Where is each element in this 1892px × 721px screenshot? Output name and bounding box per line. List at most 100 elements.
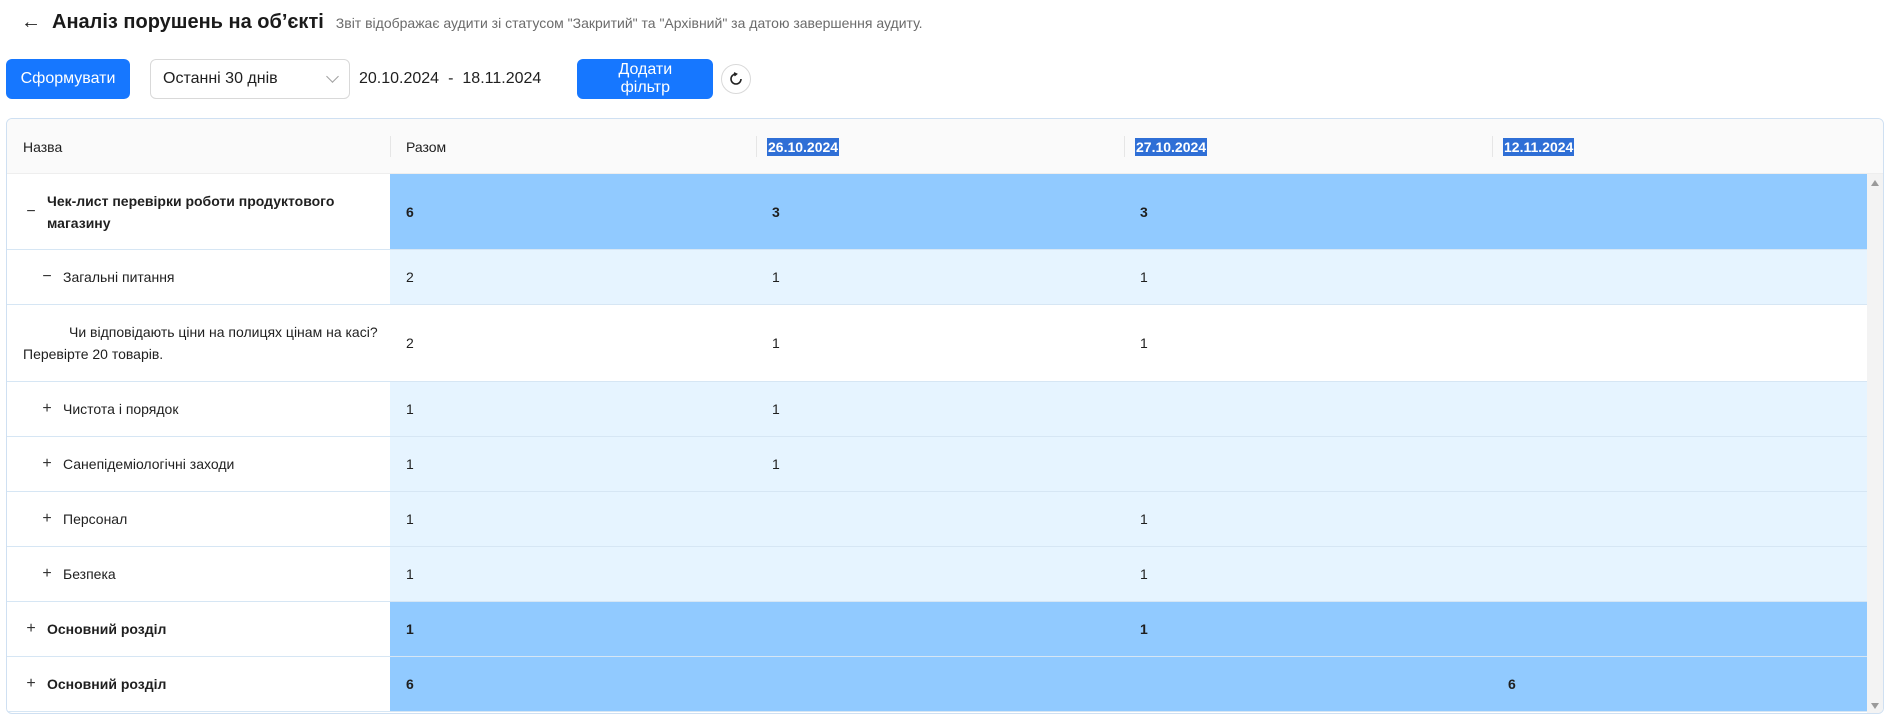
row-date-cell (1492, 250, 1869, 304)
row-date-cell (1492, 602, 1869, 656)
column-header-name-label: Назва (23, 138, 63, 155)
row-date-cell (1492, 492, 1869, 546)
row-name: Чи відповідають ціни на полицях цінам на… (23, 324, 378, 362)
row-total-cell: 2 (390, 250, 756, 304)
table-row[interactable]: − Загальні питання 2 1 1 (7, 250, 1869, 305)
row-date-cell: 1 (1124, 492, 1492, 546)
row-date-cell: 1 (756, 305, 1124, 381)
table-row[interactable]: − Чек-лист перевірки роботи продуктового … (7, 174, 1869, 250)
row-name: Загальні питання (63, 269, 175, 285)
column-header-date-label: 27.10.2024 (1135, 137, 1208, 156)
row-total-cell: 1 (390, 492, 756, 546)
refresh-button[interactable] (721, 63, 752, 94)
row-date-cell: 3 (756, 174, 1124, 249)
row-name-cell: + Основний розділ (7, 602, 390, 656)
column-header-date: 12.11.2024 (1492, 119, 1869, 174)
expand-icon[interactable]: + (23, 675, 39, 692)
table-row[interactable]: + Основний розділ 6 6 (7, 657, 1869, 712)
row-total-cell: 1 (390, 437, 756, 491)
column-header-date: 27.10.2024 (1124, 119, 1492, 174)
row-date-cell (1124, 382, 1492, 436)
row-date-cell (1124, 437, 1492, 491)
column-header-date: 26.10.2024 (756, 119, 1124, 174)
row-total-cell: 1 (390, 602, 756, 656)
chevron-down-icon (326, 69, 339, 83)
row-date-cell (1492, 547, 1869, 601)
row-date-cell: 6 (1492, 657, 1869, 711)
column-header-name: Назва (7, 119, 390, 174)
date-from: 20.10.2024 (359, 69, 440, 87)
row-date-cell: 1 (756, 250, 1124, 304)
column-header-date-label: 26.10.2024 (767, 137, 840, 156)
refresh-icon (730, 71, 743, 85)
row-date-cell (1124, 657, 1492, 711)
row-date-cell (756, 492, 1124, 546)
column-header-date-label: 12.11.2024 (1503, 137, 1575, 156)
row-name-cell: + Основний розділ (7, 657, 390, 711)
back-arrow-icon[interactable]: ← (20, 11, 42, 33)
period-select[interactable]: Останні 30 днів (150, 58, 350, 99)
row-date-cell: 1 (1124, 250, 1492, 304)
row-name: Чистота і порядок (63, 401, 179, 417)
row-date-cell (1492, 382, 1869, 436)
row-name: Персонал (63, 511, 128, 527)
row-date-cell (756, 547, 1124, 601)
row-name: Основний розділ (47, 676, 167, 692)
period-select-value: Останні 30 днів (163, 69, 278, 87)
row-total-cell: 2 (390, 305, 756, 381)
row-date-cell (1492, 174, 1869, 249)
page-title: Аналіз порушень на об’єкті (52, 10, 324, 33)
collapse-icon[interactable]: − (39, 268, 55, 285)
row-total-cell: 6 (390, 657, 756, 711)
date-range-picker[interactable]: 20.10.2024 - 18.11.2024 (359, 59, 541, 99)
date-to: 18.11.2024 (462, 69, 542, 87)
table-row[interactable]: + Чистота і порядок 1 1 (7, 382, 1869, 437)
row-date-cell (1492, 305, 1869, 381)
toolbar: Сформувати Останні 30 днів 20.10.2024 - … (6, 58, 752, 99)
column-header-total-label: Разом (406, 138, 447, 155)
row-date-cell: 1 (1124, 305, 1492, 381)
expand-icon[interactable]: + (39, 510, 55, 527)
table-row[interactable]: + Персонал 1 1 (7, 492, 1869, 547)
table-row[interactable]: Чи відповідають ціни на полицях цінам на… (7, 305, 1869, 382)
table-row[interactable]: + Санепідеміологічні заходи 1 1 (7, 437, 1869, 492)
row-name: Основний розділ (47, 621, 167, 637)
table-row[interactable]: + Основний розділ 1 1 (7, 602, 1869, 657)
scroll-up-icon[interactable] (1871, 180, 1879, 186)
report-table: Назва Разом 26.10.2024 27.10.2024 12.11.… (6, 118, 1884, 714)
row-name-cell: − Чек-лист перевірки роботи продуктового … (7, 174, 390, 249)
row-date-cell (756, 657, 1124, 711)
expand-icon[interactable]: + (39, 455, 55, 472)
row-date-cell: 1 (756, 382, 1124, 436)
row-date-cell: 1 (756, 437, 1124, 491)
row-date-cell: 1 (1124, 547, 1492, 601)
row-name-cell: + Санепідеміологічні заходи (7, 437, 390, 491)
row-total-cell: 6 (390, 174, 756, 249)
row-name: Чек-лист перевірки роботи продуктового м… (47, 192, 335, 231)
vertical-scrollbar[interactable] (1867, 174, 1883, 713)
add-filter-button[interactable]: Додати фільтр (577, 58, 714, 99)
collapse-icon[interactable]: − (23, 203, 39, 220)
generate-button[interactable]: Сформувати (6, 58, 130, 99)
column-header-total: Разом (390, 119, 756, 174)
expand-icon[interactable]: + (23, 620, 39, 637)
row-name-cell: + Чистота і порядок (7, 382, 390, 436)
row-name-cell: Чи відповідають ціни на полицях цінам на… (7, 305, 390, 381)
page-header: ← Аналіз порушень на об’єкті Звіт відобр… (0, 0, 1892, 44)
expand-icon[interactable]: + (39, 400, 55, 417)
row-total-cell: 1 (390, 547, 756, 601)
row-date-cell: 1 (1124, 602, 1492, 656)
page-subtitle: Звіт відображає аудити зі статусом "Закр… (335, 15, 923, 31)
date-separator: - (448, 69, 454, 87)
row-name-cell: + Персонал (7, 492, 390, 546)
row-name-cell: − Загальні питання (7, 250, 390, 304)
row-date-cell (756, 602, 1124, 656)
expand-icon[interactable]: + (39, 565, 55, 582)
row-name-cell: + Безпека (7, 547, 390, 601)
table-row[interactable]: + Безпека 1 1 (7, 547, 1869, 602)
row-name: Безпека (63, 566, 116, 582)
row-total-cell: 1 (390, 382, 756, 436)
row-name: Санепідеміологічні заходи (63, 456, 235, 472)
row-date-cell (1492, 437, 1869, 491)
scroll-down-icon[interactable] (1871, 703, 1879, 709)
